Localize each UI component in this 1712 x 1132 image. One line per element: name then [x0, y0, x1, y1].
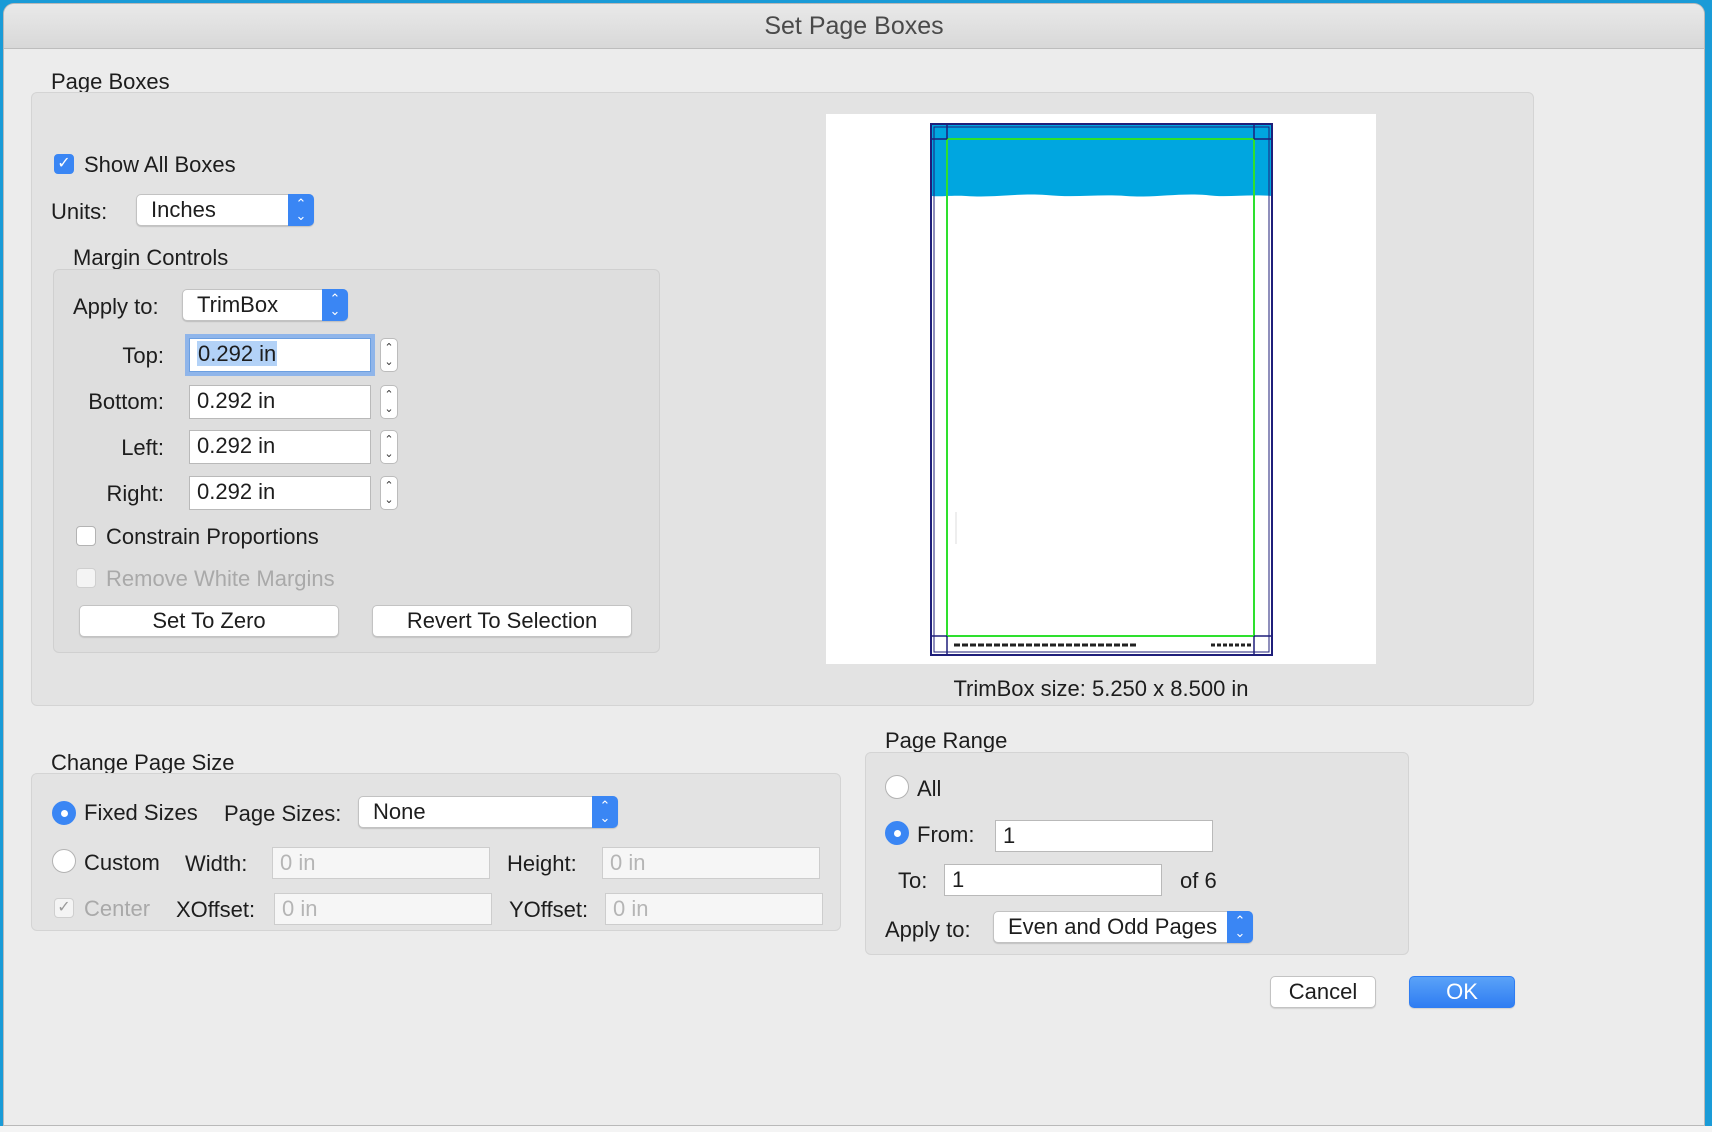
units-label: Units:	[51, 199, 108, 224]
top-value: 0.292 in	[197, 341, 278, 366]
remove-white-margins-label: Remove White Margins	[106, 566, 335, 591]
margin-controls-section-label: Margin Controls	[73, 245, 229, 270]
set-to-zero-button[interactable]: Set To Zero	[79, 605, 339, 637]
left-label: Left:	[121, 435, 164, 460]
page-count-label: of 6	[1180, 868, 1217, 893]
fixed-sizes-radio[interactable]	[52, 801, 76, 825]
right-field[interactable]: 0.292 in	[189, 476, 371, 510]
top-stepper[interactable]: ⌃ ⌄	[380, 338, 398, 372]
yoffset-field[interactable]: 0 in	[605, 893, 823, 925]
remove-white-margins-checkbox[interactable]	[76, 568, 96, 588]
to-field[interactable]: 1	[944, 864, 1162, 896]
to-label: To:	[898, 868, 928, 893]
cancel-button[interactable]: Cancel	[1270, 976, 1376, 1008]
page-range-section-label: Page Range	[885, 728, 1008, 753]
chevron-updown-icon: ⌃ ⌄	[592, 796, 618, 828]
page-header-band	[932, 124, 1272, 197]
center-label: Center	[84, 896, 151, 921]
bottom-label: Bottom:	[88, 389, 164, 414]
all-pages-radio[interactable]	[885, 775, 909, 799]
page-range-apply-to-popup[interactable]: Even and Odd Pages ⌃ ⌄	[993, 911, 1253, 943]
from-label: From:	[917, 822, 975, 847]
apply-to-value: TrimBox	[197, 292, 279, 317]
custom-radio[interactable]	[52, 849, 76, 873]
top-label: Top:	[122, 343, 164, 368]
apply-to-popup[interactable]: TrimBox ⌃ ⌄	[182, 289, 348, 321]
bottom-field[interactable]: 0.292 in	[189, 385, 371, 419]
chevron-updown-icon: ⌃ ⌄	[322, 289, 348, 321]
units-value: Inches	[151, 197, 216, 222]
fixed-sizes-label: Fixed Sizes	[84, 800, 198, 825]
width-label: Width:	[185, 851, 248, 876]
page-preview	[826, 114, 1376, 664]
left-field[interactable]: 0.292 in	[189, 430, 371, 464]
page-sizes-value: None	[373, 799, 426, 824]
ok-button[interactable]: OK	[1409, 976, 1515, 1008]
show-all-boxes-checkbox[interactable]: ✓	[54, 154, 74, 174]
center-checkbox[interactable]: ✓	[54, 898, 74, 918]
apply-to-label: Apply to:	[73, 294, 159, 319]
page-range-apply-to-label: Apply to:	[885, 917, 971, 942]
right-label: Right:	[106, 481, 164, 506]
yoffset-label: YOffset:	[509, 897, 589, 922]
left-stepper[interactable]: ⌃ ⌄	[380, 430, 398, 464]
custom-label: Custom	[84, 850, 160, 875]
xoffset-label: XOffset:	[176, 897, 256, 922]
set-page-boxes-dialog: Set Page Boxes Page Boxes ✓ Show All Box…	[4, 4, 1704, 1125]
constrain-proportions-checkbox[interactable]	[76, 526, 96, 546]
trimbox-size-label: TrimBox size: 5.250 x 8.500 in	[953, 676, 1249, 701]
bottom-stepper[interactable]: ⌃ ⌄	[380, 385, 398, 419]
from-field[interactable]: 1	[995, 820, 1213, 852]
chevron-updown-icon: ⌃ ⌄	[1227, 911, 1253, 943]
from-radio[interactable]	[885, 821, 909, 845]
right-stepper[interactable]: ⌃ ⌄	[380, 476, 398, 510]
page-sizes-popup[interactable]: None ⌃ ⌄	[358, 796, 618, 828]
all-pages-label: All	[917, 776, 942, 801]
units-popup[interactable]: Inches ⌃ ⌄	[136, 194, 314, 226]
revert-to-selection-button[interactable]: Revert To Selection	[372, 605, 632, 637]
dialog-title: Set Page Boxes	[4, 4, 1704, 49]
constrain-proportions-label: Constrain Proportions	[106, 524, 319, 549]
chevron-updown-icon: ⌃ ⌄	[288, 194, 314, 226]
height-label: Height:	[507, 851, 577, 876]
xoffset-field[interactable]: 0 in	[274, 893, 492, 925]
page-sheet	[931, 124, 1271, 654]
desktop-strip	[0, 1126, 1712, 1132]
page-preview-graphic	[930, 123, 1273, 656]
height-field[interactable]: 0 in	[602, 847, 820, 879]
page-range-apply-to-value: Even and Odd Pages	[1008, 914, 1218, 939]
width-field[interactable]: 0 in	[272, 847, 490, 879]
page-sizes-label: Page Sizes:	[224, 801, 342, 826]
show-all-boxes-label: Show All Boxes	[84, 152, 236, 177]
top-field[interactable]: 0.292 in	[189, 338, 371, 372]
